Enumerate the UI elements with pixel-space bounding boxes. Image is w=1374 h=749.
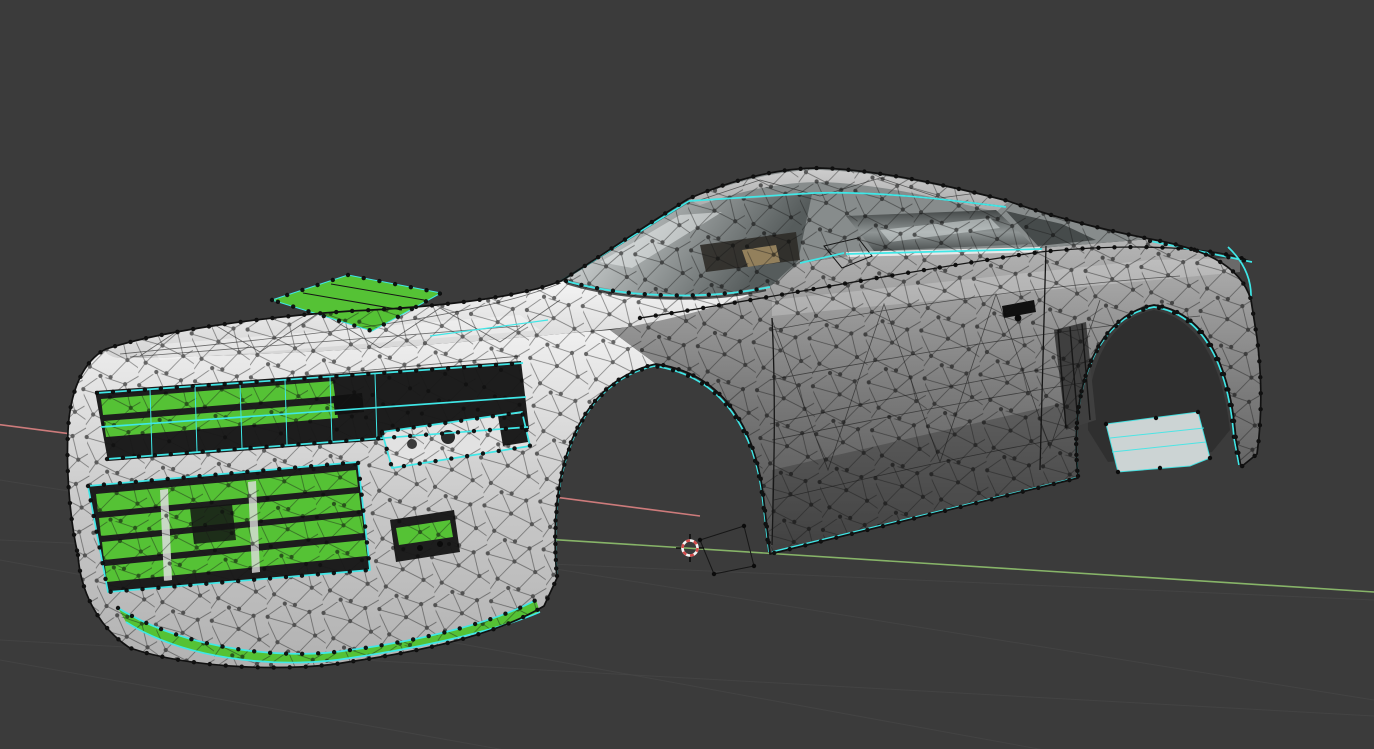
viewport-canvas[interactable]: [0, 0, 1374, 749]
3d-viewport[interactable]: [0, 0, 1374, 749]
